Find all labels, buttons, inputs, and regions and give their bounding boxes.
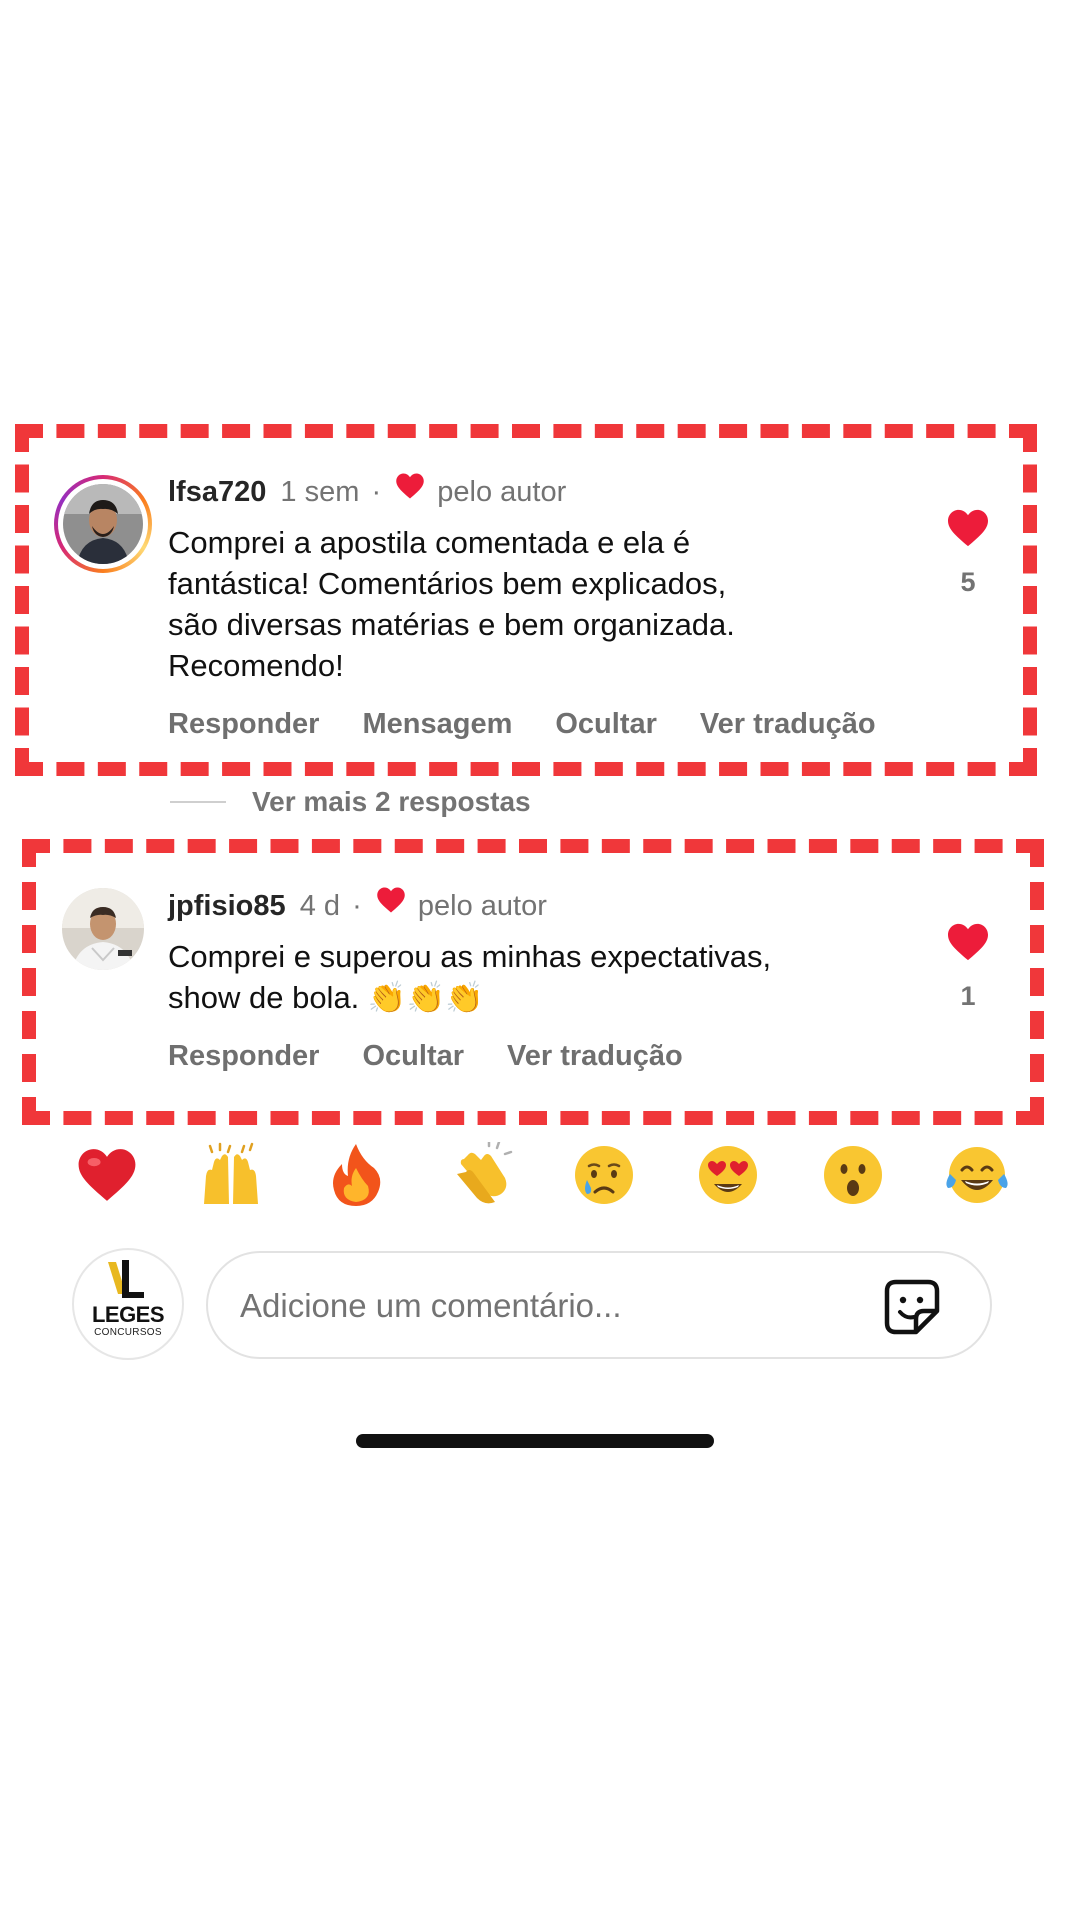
meta-separator: · — [352, 890, 362, 922]
brand-name: LEGES — [91, 1302, 165, 1327]
liked-by-author-label: pelo autor — [417, 890, 547, 922]
comment-actions: Responder Mensagem Ocultar Ver tradução — [168, 708, 876, 741]
comment-text: Comprei e superou as minhas expectativas… — [168, 939, 772, 1015]
hide-button[interactable]: Ocultar — [555, 708, 657, 741]
tears-of-joy-emoji-icon[interactable] — [942, 1140, 1012, 1210]
current-user-avatar: LEGES CONCURSOS — [72, 1248, 184, 1360]
comment-meta: jpfisio85 4 d · pelo autor — [168, 886, 547, 924]
clapping-hands-emoji-icon[interactable] — [445, 1140, 515, 1210]
meta-separator: · — [371, 476, 382, 508]
view-more-replies-label: Ver mais 2 respostas — [252, 786, 531, 817]
hide-button[interactable]: Ocultar — [362, 1040, 464, 1073]
story-ring[interactable] — [54, 475, 152, 573]
comment-time: 1 sem — [280, 476, 360, 508]
surprised-face-emoji-icon[interactable] — [818, 1140, 888, 1210]
comment-meta: lfsa720 1 sem · pelo autor — [168, 472, 567, 510]
view-more-replies[interactable]: Ver mais 2 respostas — [170, 786, 531, 818]
like-column: 1 — [938, 922, 998, 1012]
heart-icon — [395, 472, 425, 509]
avatar[interactable] — [62, 888, 144, 970]
like-heart-icon[interactable] — [938, 508, 998, 553]
see-translation-button[interactable]: Ver tradução — [507, 1040, 683, 1073]
see-translation-button[interactable]: Ver tradução — [700, 708, 876, 741]
message-button[interactable]: Mensagem — [362, 708, 512, 741]
comment-input[interactable] — [240, 1283, 800, 1329]
raised-hands-emoji-icon[interactable] — [196, 1140, 266, 1210]
like-count: 5 — [960, 567, 976, 597]
username[interactable]: jpfisio85 — [168, 890, 286, 922]
comment-time: 4 d — [299, 890, 341, 922]
comment-actions: Responder Ocultar Ver tradução — [168, 1040, 683, 1073]
leges-logo-icon — [108, 1260, 144, 1298]
heart-eyes-emoji-icon[interactable] — [693, 1140, 763, 1210]
replies-divider — [170, 801, 226, 803]
crying-face-emoji-icon[interactable] — [569, 1140, 639, 1210]
reply-button[interactable]: Responder — [168, 1040, 319, 1073]
liked-by-author-label: pelo autor — [437, 476, 567, 508]
sticker-icon[interactable] — [882, 1277, 942, 1337]
like-heart-icon[interactable] — [938, 922, 998, 967]
quick-reactions-bar — [72, 1140, 1012, 1210]
comment-composer — [206, 1251, 992, 1359]
avatar — [63, 484, 143, 564]
home-indicator[interactable] — [356, 1434, 714, 1448]
like-count: 1 — [960, 981, 976, 1011]
heart-emoji-icon[interactable] — [72, 1140, 142, 1210]
like-column: 5 — [938, 508, 998, 598]
username[interactable]: lfsa720 — [168, 476, 266, 508]
heart-icon — [376, 886, 406, 923]
reply-button[interactable]: Responder — [168, 708, 319, 741]
comment-text: Comprei a apostila comentada e ela é fan… — [168, 525, 735, 683]
fire-emoji-icon[interactable] — [321, 1140, 391, 1210]
brand-subtitle: CONCURSOS — [94, 1327, 162, 1338]
